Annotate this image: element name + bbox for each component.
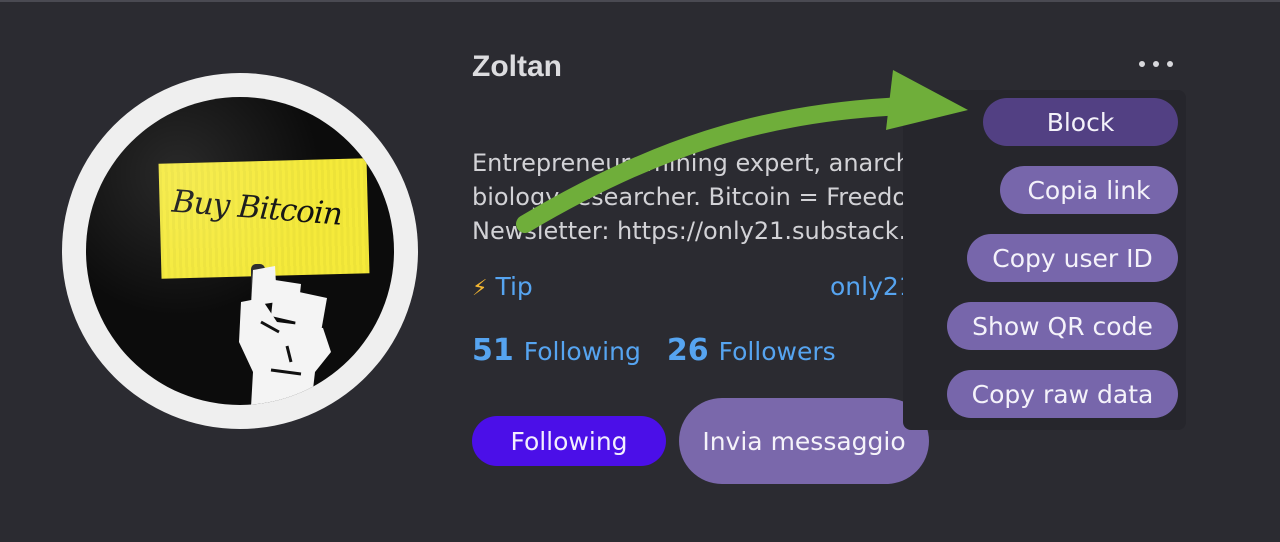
avatar: Buy Bitcoin <box>62 73 418 429</box>
menu-item-block[interactable]: Block <box>983 98 1178 146</box>
window-top-border <box>0 0 1280 2</box>
following-stat[interactable]: 51 Following <box>472 333 641 368</box>
followers-stat[interactable]: 26 Followers <box>667 333 836 368</box>
following-label: Following <box>523 337 641 366</box>
avatar-sign-text: Buy Bitcoin <box>170 183 344 233</box>
profile-options-menu: Block Copia link Copy user ID Show QR co… <box>903 90 1186 430</box>
more-options-icon[interactable] <box>1136 58 1176 70</box>
following-count: 51 <box>472 333 514 368</box>
profile-name: Zoltan <box>472 50 562 83</box>
menu-item-copy-raw-data[interactable]: Copy raw data <box>947 370 1178 418</box>
avatar-sign: Buy Bitcoin <box>158 158 370 279</box>
following-button[interactable]: Following <box>472 416 666 466</box>
raised-fist-icon <box>239 264 331 405</box>
tip-link[interactable]: ⚡ Tip <box>472 272 533 301</box>
send-message-button[interactable]: Invia messaggio <box>679 398 929 484</box>
lightning-bolt-icon: ⚡ <box>472 276 488 301</box>
menu-item-copy-user-id[interactable]: Copy user ID <box>967 234 1178 282</box>
follow-stats: 51 Following 26 Followers <box>472 333 836 368</box>
menu-item-show-qr-code[interactable]: Show QR code <box>947 302 1178 350</box>
menu-item-copy-link[interactable]: Copia link <box>1000 166 1178 214</box>
avatar-image: Buy Bitcoin <box>86 97 394 405</box>
followers-count: 26 <box>666 333 709 368</box>
tip-label: Tip <box>495 272 533 301</box>
followers-label: Followers <box>718 337 836 366</box>
